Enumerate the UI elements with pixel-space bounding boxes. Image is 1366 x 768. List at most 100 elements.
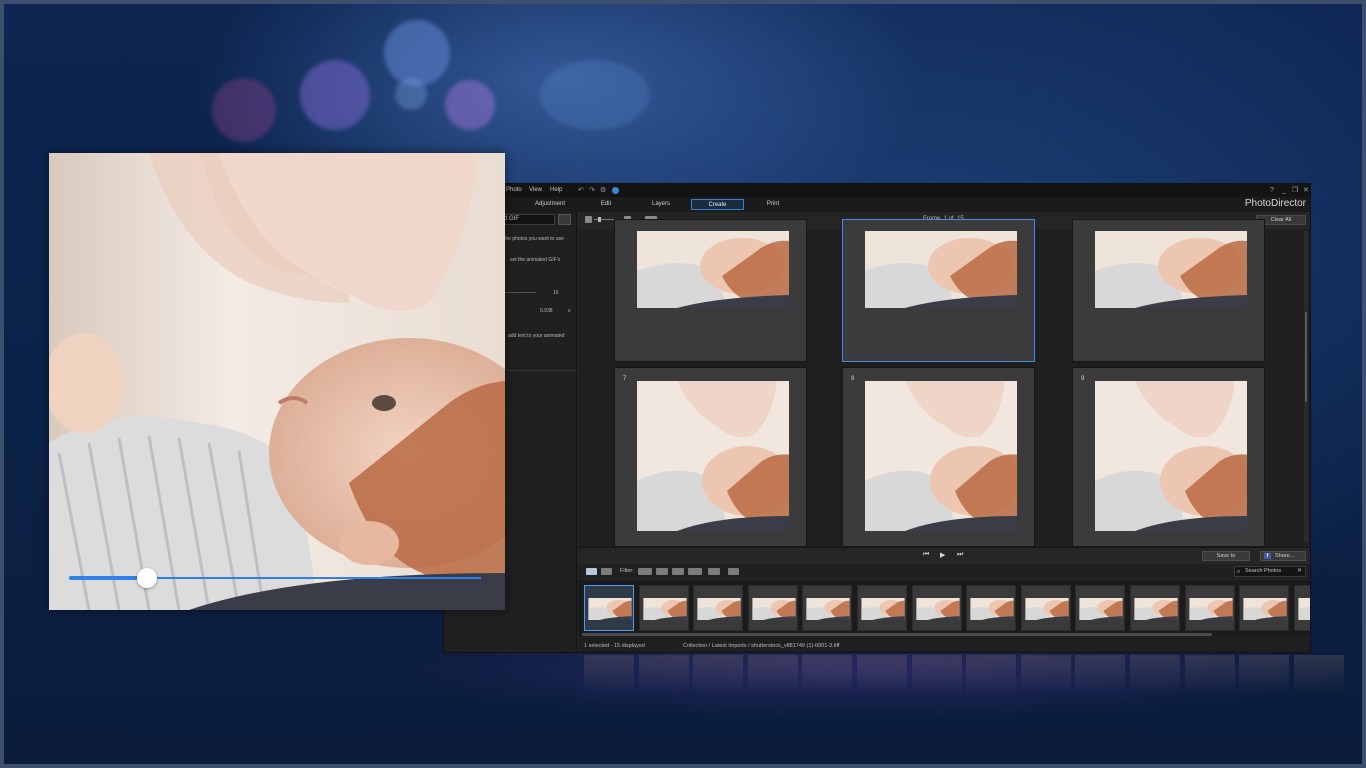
- reflection-tile: [911, 655, 962, 695]
- display-options-icon[interactable]: [728, 568, 739, 575]
- menu-view[interactable]: View: [529, 184, 542, 197]
- frames-value: 16: [553, 290, 559, 296]
- update-icon[interactable]: [612, 187, 619, 194]
- reflection-tile: [693, 655, 744, 695]
- filmstrip-thumbnail[interactable]: [1075, 585, 1126, 631]
- reflection-tile: [802, 655, 853, 695]
- frame-cell[interactable]: [1072, 219, 1265, 362]
- tab-create[interactable]: Create: [691, 199, 744, 210]
- sort-icon[interactable]: [708, 568, 720, 575]
- status-bar: 1 selected - 15 displayed Collection / L…: [578, 636, 1310, 652]
- title-bar: Photo View Help ↶ ↷ ⚙ ? _ ❐ ✕: [444, 184, 1310, 197]
- filmstrip-thumbnail[interactable]: [911, 585, 962, 631]
- reflection-tile: [584, 655, 634, 695]
- tab-layers[interactable]: Layers: [639, 199, 683, 210]
- list-view-icon[interactable]: [601, 568, 612, 575]
- app-brand: PhotoDirector: [1244, 198, 1306, 209]
- settings-icon[interactable]: ⚙: [600, 184, 606, 197]
- search-input[interactable]: ⌕ Search Photos ✕: [1234, 566, 1306, 577]
- photodirector-window: Photo View Help ↶ ↷ ⚙ ? _ ❐ ✕ Adjustment…: [443, 183, 1311, 653]
- filmstrip-thumbnail[interactable]: [638, 585, 689, 631]
- reflection-tile: [1020, 655, 1071, 695]
- skip-previous-icon[interactable]: ⏮: [923, 551, 929, 559]
- frame-photo: [1095, 231, 1247, 308]
- maximize-icon[interactable]: ❐: [1292, 184, 1298, 197]
- filmstrip-view-icon[interactable]: [586, 568, 597, 575]
- reflection-tile: [1075, 655, 1126, 695]
- play-icon[interactable]: ▶: [940, 551, 945, 559]
- color-filter-icon[interactable]: [656, 568, 668, 575]
- frame-cell[interactable]: [614, 219, 807, 362]
- reflection-tile: [1293, 655, 1344, 695]
- tab-edit[interactable]: Edit: [584, 199, 628, 210]
- bokeh-light: [395, 78, 427, 110]
- frame-cell[interactable]: 8: [842, 367, 1035, 547]
- zoom-out-icon[interactable]: [585, 216, 592, 223]
- duration-unit: s: [568, 308, 571, 314]
- expand-icon[interactable]: [558, 214, 571, 225]
- instruction-text: add text to your animated: [508, 333, 565, 339]
- filmstrip-thumbnail[interactable]: [693, 585, 744, 631]
- filmstrip-thumbnail[interactable]: [1184, 585, 1235, 631]
- bokeh-light: [300, 60, 370, 130]
- frame-photo: [1095, 381, 1247, 531]
- module-tabs: Adjustment Edit Layers Create Print: [444, 197, 1310, 212]
- filmstrip-thumbnail[interactable]: [1020, 585, 1071, 631]
- reflection-tile: [1239, 655, 1290, 695]
- filter-bar: Filter: ⌕ Search Photos ✕: [578, 564, 1310, 579]
- rating-filter-icon[interactable]: [688, 568, 702, 575]
- redo-icon[interactable]: ↷: [589, 184, 595, 197]
- filmstrip-thumbnail[interactable]: [857, 585, 907, 631]
- reflection-tile: [1130, 655, 1180, 695]
- reflection-tile: [966, 655, 1017, 695]
- frame-cell-selected[interactable]: [842, 219, 1035, 362]
- minimize-icon[interactable]: _: [1282, 184, 1286, 197]
- skip-next-icon[interactable]: ⏭: [957, 551, 963, 559]
- filmstrip: [578, 580, 1310, 636]
- frame-cell[interactable]: 7: [614, 367, 807, 547]
- filmstrip-thumbnail[interactable]: [584, 585, 634, 631]
- project-name-field[interactable]: d GIF: [500, 214, 555, 225]
- tab-print[interactable]: Print: [751, 199, 795, 210]
- preview-photo: [49, 153, 505, 610]
- preview-progress-fill: [69, 576, 148, 580]
- filmstrip-thumbnail[interactable]: [1293, 585, 1310, 631]
- save-to-button[interactable]: Save to: [1202, 551, 1250, 561]
- instruction-text: the photos you want to use: [504, 236, 564, 242]
- playback-bar: ⏮ ▶ ⏭ Save to f Share...: [578, 547, 1310, 563]
- flag-filter-icon[interactable]: [638, 568, 652, 575]
- frame-photo: [637, 231, 789, 308]
- frame-cell[interactable]: 9: [1072, 367, 1265, 547]
- filmstrip-reflection: [578, 655, 1344, 703]
- undo-icon[interactable]: ↶: [578, 184, 584, 197]
- reflection-tile: [747, 655, 798, 695]
- menu-help[interactable]: Help: [550, 184, 562, 197]
- frame-photo: [865, 381, 1017, 531]
- menu-photo[interactable]: Photo: [506, 184, 522, 197]
- filmstrip-thumbnail[interactable]: [966, 585, 1017, 631]
- frame-photo: [637, 381, 789, 531]
- scrollbar-thumb[interactable]: [1304, 311, 1308, 403]
- reflection-tile: [857, 655, 907, 695]
- filmstrip-thumbnail[interactable]: [747, 585, 798, 631]
- filmstrip-thumbnail[interactable]: [1239, 585, 1290, 631]
- help-icon[interactable]: ?: [1270, 184, 1274, 197]
- share-button[interactable]: f Share...: [1260, 551, 1306, 561]
- bokeh-light: [384, 20, 450, 86]
- tab-adjustment[interactable]: Adjustment: [522, 199, 578, 210]
- edit-filter-icon[interactable]: [672, 568, 684, 575]
- search-icon: ⌕: [1237, 569, 1241, 575]
- frame-grid: 7 8 9: [578, 219, 1310, 547]
- instruction-text: set the animated GIF's: [510, 257, 561, 263]
- filmstrip-thumbnail[interactable]: [802, 585, 853, 631]
- bokeh-light: [445, 80, 495, 130]
- zoom-slider-handle[interactable]: [598, 217, 601, 222]
- frame-photo: [865, 231, 1017, 308]
- frames-slider[interactable]: [504, 292, 536, 293]
- vertical-scrollbar[interactable]: [1304, 231, 1308, 543]
- bokeh-light: [540, 60, 650, 130]
- filmstrip-thumbnail[interactable]: [1130, 585, 1180, 631]
- selection-status: 1 selected - 15 displayed: [584, 643, 645, 649]
- clear-search-icon[interactable]: ✕: [1297, 567, 1302, 576]
- close-icon[interactable]: ✕: [1303, 184, 1309, 197]
